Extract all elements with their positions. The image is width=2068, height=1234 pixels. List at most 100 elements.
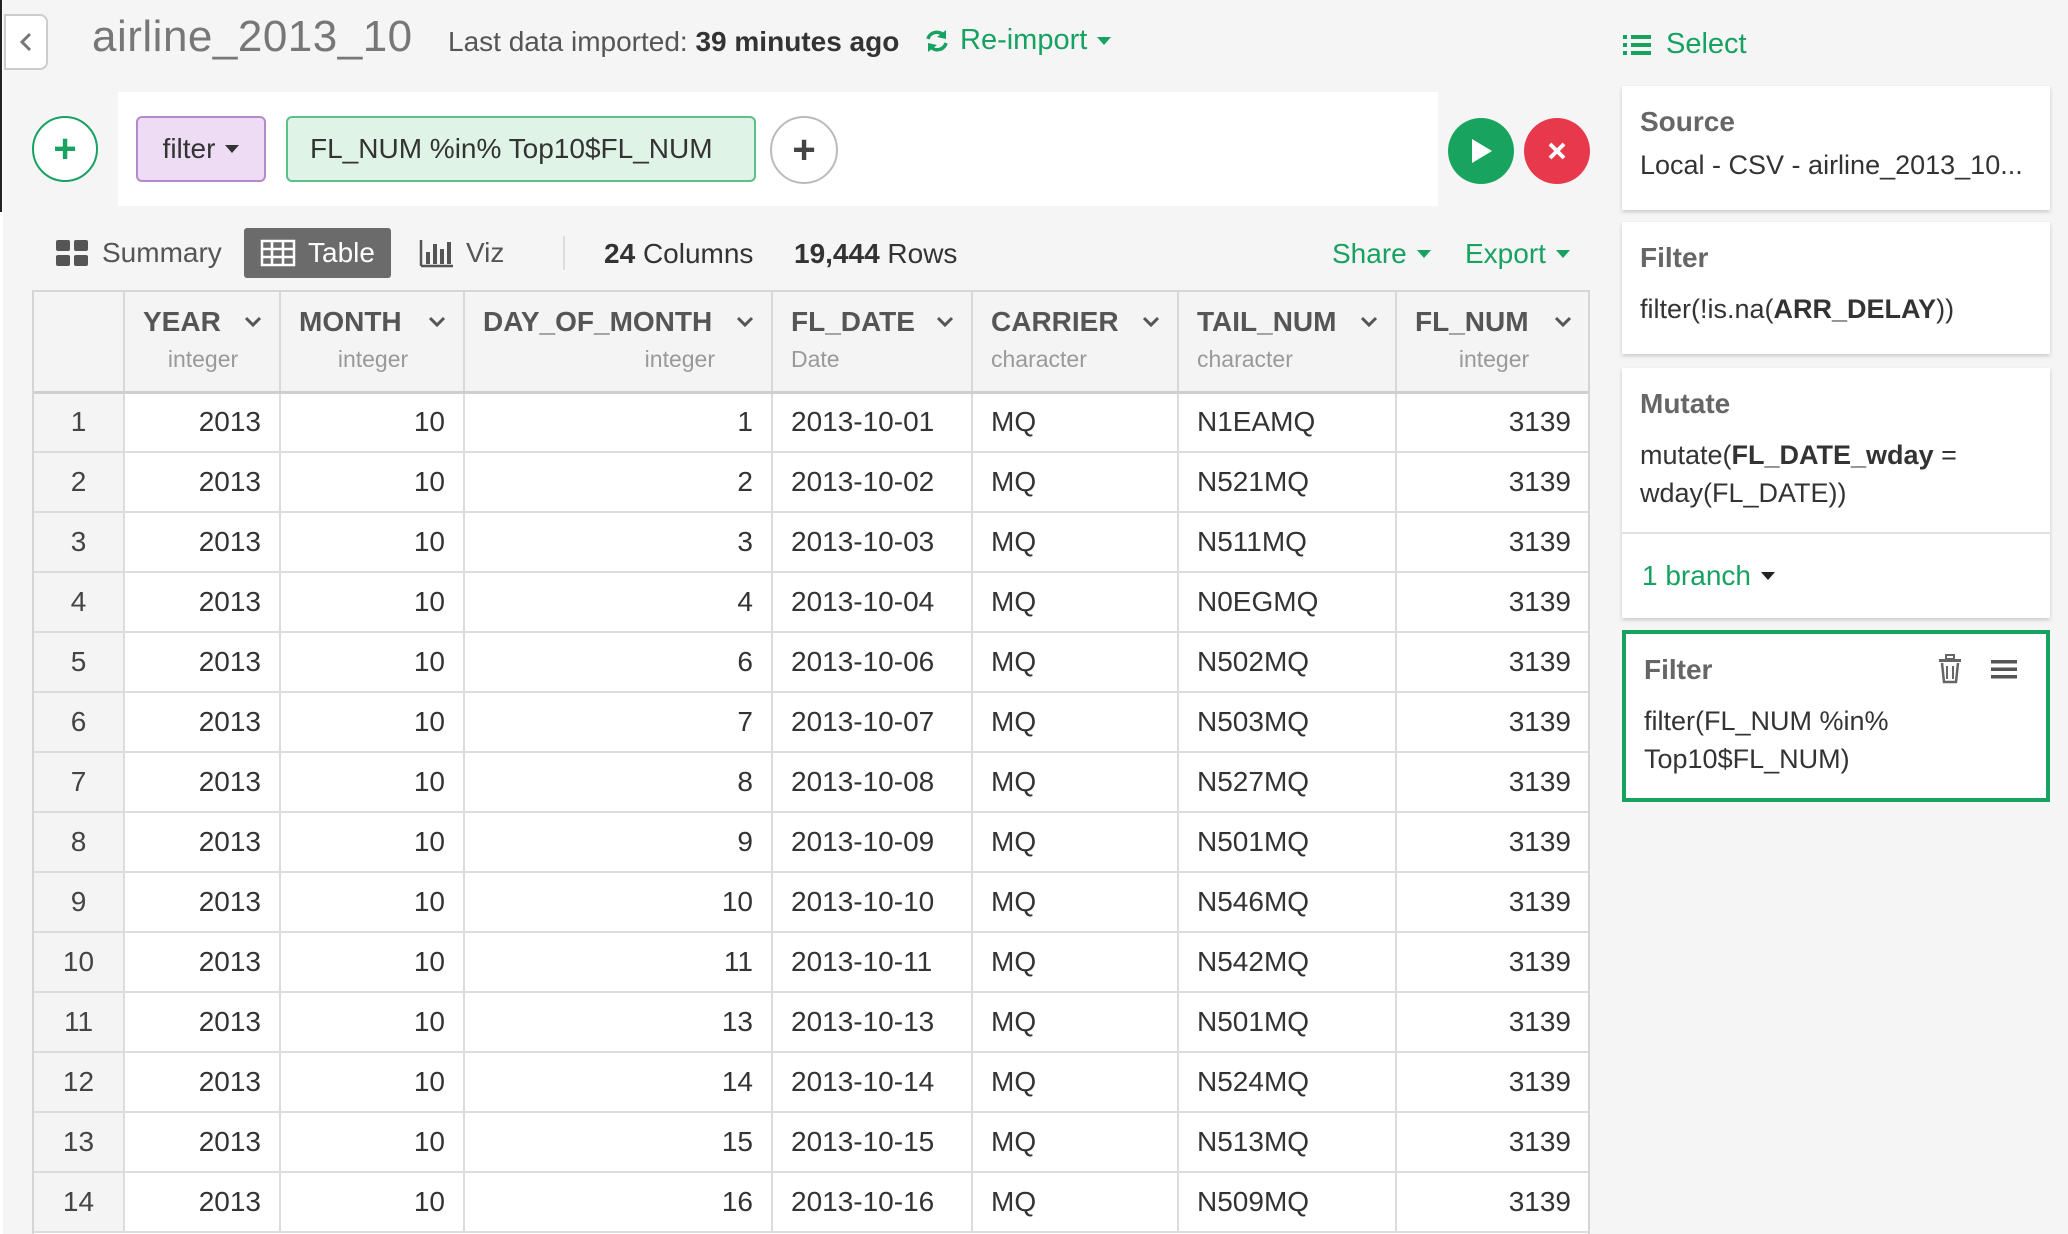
table-cell: N502MQ <box>1178 632 1397 693</box>
chevron-down-icon[interactable] <box>243 315 263 329</box>
column-type: Date <box>791 346 840 372</box>
column-header-carrier[interactable]: CARRIER character <box>972 292 1179 394</box>
step-card-source[interactable]: Source Local - CSV - airline_2013_10... <box>1622 86 2050 210</box>
table-cell: 2013-10-14 <box>772 1052 973 1113</box>
expression-input[interactable]: FL_NUM %in% Top10$FL_NUM <box>286 116 756 182</box>
table-cell: 3139 <box>1396 752 1588 813</box>
table-cell: 2013 <box>124 512 281 573</box>
add-step-button[interactable]: + <box>32 116 98 182</box>
chevron-down-icon[interactable] <box>1359 315 1379 329</box>
table-cell: 13 <box>464 992 773 1053</box>
chevron-down-icon[interactable] <box>1141 315 1161 329</box>
data-table: YEAR integer MONTH integer DAY_OF_MONTH … <box>32 290 1590 1234</box>
table-cell: MQ <box>972 992 1179 1053</box>
table-cell: MQ <box>972 932 1179 993</box>
column-header-year[interactable]: YEAR integer <box>124 292 281 394</box>
table-cell: 10 <box>280 932 465 993</box>
tab-table[interactable]: Table <box>244 228 391 278</box>
column-header-month[interactable]: MONTH integer <box>280 292 465 394</box>
caret-down-icon <box>1097 36 1112 45</box>
tab-summary-label: Summary <box>102 237 222 268</box>
row-number: 14 <box>34 1172 125 1233</box>
chevron-left-icon <box>19 32 32 52</box>
export-button[interactable]: Export <box>1465 238 1570 270</box>
table-cell: MQ <box>972 1112 1179 1173</box>
table-cell: N503MQ <box>1178 692 1397 753</box>
run-button[interactable] <box>1448 118 1514 184</box>
select-steps-button[interactable]: Select <box>1622 28 1747 61</box>
table-row: 7 2013 10 8 2013-10-08 MQ N527MQ 3139 <box>34 752 1588 813</box>
chevron-down-icon[interactable] <box>427 315 447 329</box>
table-row: 4 2013 10 4 2013-10-04 MQ N0EGMQ 3139 <box>34 572 1588 633</box>
trash-icon[interactable] <box>1936 654 1964 684</box>
table-cell: 3 <box>464 512 773 573</box>
caret-down-icon <box>1416 250 1431 258</box>
table-cell: 7 <box>464 692 773 753</box>
table-cell: MQ <box>972 872 1179 933</box>
share-button[interactable]: Share <box>1332 238 1431 270</box>
table-cell: 3139 <box>1396 812 1588 873</box>
row-number: 13 <box>34 1112 125 1173</box>
table-cell: 2013-10-01 <box>772 392 973 453</box>
table-cell: 10 <box>464 872 773 933</box>
table-row: 14 2013 10 16 2013-10-16 MQ N509MQ 3139 <box>34 1172 1588 1233</box>
column-type: character <box>991 346 1087 372</box>
table-cell: 3139 <box>1396 512 1588 573</box>
menu-icon[interactable] <box>1990 654 2018 684</box>
imported-label: Last data imported: <box>448 26 688 57</box>
column-header-fl-date[interactable]: FL_DATE Date <box>772 292 973 394</box>
row-number-header <box>34 292 125 394</box>
column-header-fl-num[interactable]: FL_NUM integer <box>1396 292 1588 394</box>
chevron-down-icon[interactable] <box>935 315 955 329</box>
table-cell: N527MQ <box>1178 752 1397 813</box>
table-cell: 3139 <box>1396 932 1588 993</box>
column-header-tail-num[interactable]: TAIL_NUM character <box>1178 292 1397 394</box>
table-cell: N513MQ <box>1178 1112 1397 1173</box>
column-header-day-of-month[interactable]: DAY_OF_MONTH integer <box>464 292 773 394</box>
table-cell: N521MQ <box>1178 452 1397 513</box>
column-type: integer <box>167 346 239 372</box>
table-cell: 14 <box>464 1052 773 1113</box>
columns-count: 24 Columns <box>604 238 753 270</box>
tab-viz[interactable]: Viz <box>402 228 520 278</box>
cancel-button[interactable] <box>1524 118 1590 184</box>
tab-viz-label: Viz <box>466 237 505 268</box>
row-number: 1 <box>34 392 125 453</box>
table-cell: 10 <box>280 1112 465 1173</box>
chevron-down-icon[interactable] <box>735 315 755 329</box>
table-cell: 2013-10-16 <box>772 1172 973 1233</box>
step-title: Source <box>1640 106 1735 137</box>
table-cell: 2013 <box>124 932 281 993</box>
reimport-button[interactable]: Re-import <box>924 24 1112 57</box>
last-imported-status: Last data imported: 39 minutes ago <box>448 26 899 58</box>
branch-label: 1 branch <box>1642 560 1751 591</box>
tab-summary[interactable]: Summary <box>38 228 238 278</box>
step-body-column: FL_DATE_wday <box>1731 440 1934 470</box>
chevron-down-icon[interactable] <box>1553 315 1573 329</box>
table-cell: 2013 <box>124 1052 281 1113</box>
function-dropdown[interactable]: filter <box>136 116 266 182</box>
back-button[interactable] <box>4 14 48 70</box>
row-number: 8 <box>34 812 125 873</box>
row-number: 11 <box>34 992 125 1053</box>
table-cell: 2013 <box>124 452 281 513</box>
table-cell: MQ <box>972 1052 1179 1113</box>
table-cell: 3139 <box>1396 452 1588 513</box>
table-cell: 9 <box>464 812 773 873</box>
step-card-filter-1[interactable]: Filter filter(!is.na(ARR_DELAY)) <box>1622 222 2050 354</box>
branch-dropdown[interactable]: 1 branch <box>1642 560 2030 592</box>
table-cell: 10 <box>280 392 465 453</box>
table-row: 6 2013 10 7 2013-10-07 MQ N503MQ 3139 <box>34 692 1588 753</box>
table-cell: 2013 <box>124 632 281 693</box>
table-cell: MQ <box>972 812 1179 873</box>
table-row: 12 2013 10 14 2013-10-14 MQ N524MQ 3139 <box>34 1052 1588 1113</box>
step-card-filter-2[interactable]: Filter filter(FL_NUM %in% Top10$FL_NUM) <box>1622 630 2050 802</box>
row-number: 4 <box>34 572 125 633</box>
share-label: Share <box>1332 238 1407 269</box>
table-cell: 3139 <box>1396 692 1588 753</box>
add-condition-button[interactable]: + <box>770 116 838 184</box>
table-cell: 15 <box>464 1112 773 1173</box>
column-type: integer <box>1458 346 1530 372</box>
step-card-mutate[interactable]: Mutate mutate(FL_DATE_wday = wday(FL_DAT… <box>1622 368 2050 618</box>
select-label: Select <box>1666 28 1747 60</box>
